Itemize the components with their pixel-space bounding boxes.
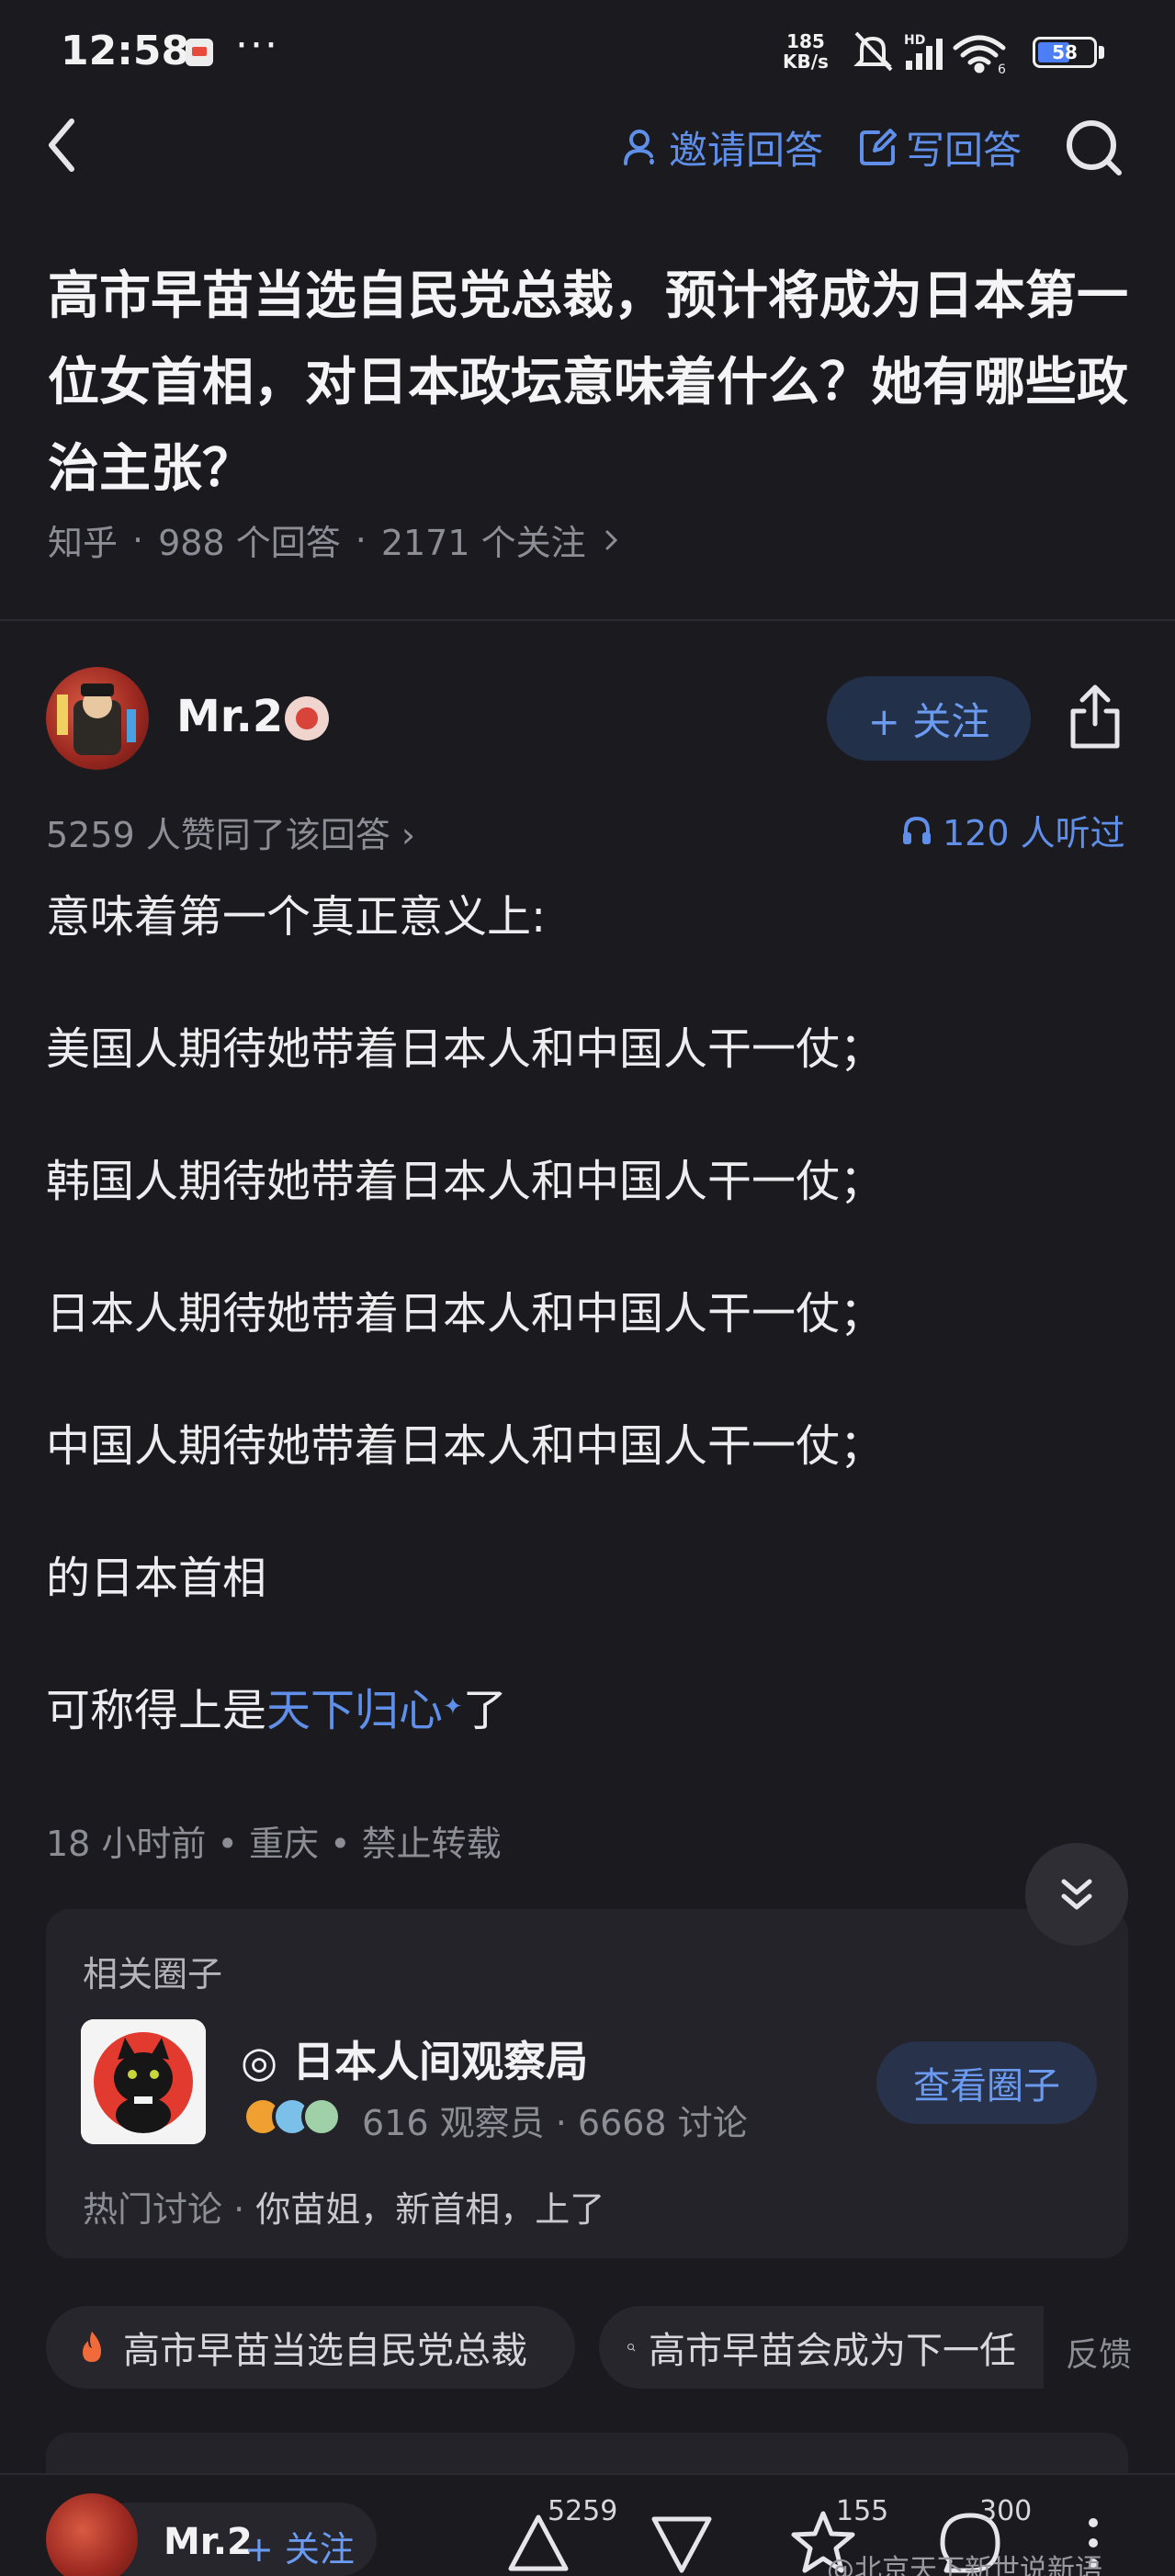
person-icon xyxy=(624,130,654,165)
bottom-author-name[interactable]: Mr.2 xyxy=(164,2521,253,2563)
view-circle-button[interactable]: 查看圈子 xyxy=(876,2041,1097,2124)
search-icon xyxy=(1067,120,1122,175)
battery-icon: 58 xyxy=(1033,37,1097,68)
network-speed-unit: KB/s xyxy=(783,51,829,73)
section-divider xyxy=(0,619,1175,621)
search-suggestion-chip[interactable]: 高市早苗会成为下一任 xyxy=(599,2306,1044,2389)
listen-count-label: 120 人听过 xyxy=(943,813,1125,853)
share-icon xyxy=(1070,684,1120,749)
answer-paragraph: 的日本首相 xyxy=(46,1553,267,1604)
invite-answer-button[interactable]: 邀请回答 xyxy=(621,118,823,176)
circle-members: 616 观察员 xyxy=(362,2103,545,2143)
hot-search-label: 高市早苗当选自民党总裁 xyxy=(123,2330,527,2372)
listen-count[interactable]: 120 人听过 xyxy=(900,805,1125,855)
hot-discussion-topic: 你苗姐，新首相，上了 xyxy=(255,2189,605,2230)
meta-separator: · xyxy=(355,519,367,560)
question-source: 知乎 xyxy=(48,523,119,563)
meta-separator: · xyxy=(233,2189,245,2230)
author-avatar[interactable] xyxy=(46,667,149,770)
search-button[interactable] xyxy=(1062,116,1126,180)
view-circle-label: 查看圈子 xyxy=(913,2065,1060,2107)
answer-text: 可称得上是 xyxy=(46,1685,267,1736)
edit-icon xyxy=(860,129,897,165)
topic-link[interactable]: 天下归心 xyxy=(266,1685,443,1736)
watermark-text: @北京天下新世说新语 xyxy=(827,2554,1102,2576)
author-name[interactable]: Mr.2 xyxy=(176,691,283,742)
circle-name[interactable]: ◎ 日本人间观察局 xyxy=(241,2028,588,2089)
network-speed: 185 KB/s xyxy=(783,31,829,72)
answer-text: 了 xyxy=(462,1685,507,1736)
meta-separator: · xyxy=(555,2103,567,2143)
question-title[interactable]: 高市早苗当选自民党总裁，预计将成为日本第一位女首相，对日本政坛意味着什么？她有哪… xyxy=(48,254,1132,513)
upvote-summary[interactable]: 5259 人赞同了该回答 › xyxy=(46,807,415,857)
write-answer-button[interactable]: 写回答 xyxy=(858,118,1022,176)
write-answer-label: 写回答 xyxy=(906,127,1022,173)
back-button[interactable] xyxy=(37,108,92,182)
black-cat-image xyxy=(81,2019,206,2144)
bottom-author-avatar[interactable] xyxy=(46,2493,138,2576)
feedback-link[interactable]: 反馈 xyxy=(1066,2328,1132,2376)
bottom-follow-button[interactable]: + 关注 xyxy=(244,2521,355,2571)
member-avatars xyxy=(243,2096,342,2137)
more-notifications-icon: ··· xyxy=(235,22,279,69)
upvote-count: 5259 xyxy=(548,2495,618,2527)
status-time: 12:58 xyxy=(61,28,190,74)
circle-stats: 616 观察员 · 6668 讨论 xyxy=(362,2095,748,2145)
headphones-icon xyxy=(903,816,931,844)
chevron-right-icon xyxy=(605,530,617,549)
meta-separator: · xyxy=(132,519,144,560)
answer-paragraph: 日本人期待她带着日本人和中国人干一仗； xyxy=(46,1288,885,1339)
fire-icon xyxy=(83,2332,101,2362)
sparkle-icon: ✦ xyxy=(443,1693,463,1721)
answer-paragraph: 韩国人期待她带着日本人和中国人干一仗； xyxy=(46,1156,885,1207)
author-badge-icon xyxy=(285,696,329,740)
downvote-button[interactable] xyxy=(645,2506,718,2576)
circle-avatar[interactable] xyxy=(81,2019,206,2144)
follower-count: 2171 个关注 xyxy=(380,523,586,563)
downvote-icon xyxy=(651,2516,712,2573)
hot-discussion[interactable]: 热门讨论 · 你苗姐，新首相，上了 xyxy=(83,2181,604,2231)
hot-discussion-label: 热门讨论 xyxy=(83,2189,223,2230)
follow-label: + 关注 xyxy=(867,698,990,744)
hd-label: HD xyxy=(904,33,925,48)
network-speed-value: 185 xyxy=(786,30,825,52)
answer-count: 988 个回答 xyxy=(158,523,341,563)
wifi-level: 6 xyxy=(998,62,1006,77)
circle-discussions: 6668 讨论 xyxy=(577,2103,748,2143)
message-notification-icon xyxy=(186,39,213,66)
post-meta: 18 小时前 • 重庆 • 禁止转载 xyxy=(46,1824,502,1864)
battery-nub xyxy=(1099,46,1104,59)
battery-level: 58 xyxy=(1052,41,1078,63)
favorite-count: 155 xyxy=(836,2495,889,2527)
follow-button[interactable]: + 关注 xyxy=(827,676,1031,761)
wifi-icon xyxy=(953,35,1006,73)
answer-paragraph: 美国人期待她带着日本人和中国人干一仗； xyxy=(46,1023,885,1075)
avatar-illustration xyxy=(57,684,136,755)
related-circle-heading: 相关圈子 xyxy=(83,1954,223,1994)
answer-paragraph: 意味着第一个真正意义上: xyxy=(46,891,547,943)
answer-paragraph: 中国人期待她带着日本人和中国人干一仗； xyxy=(46,1420,885,1472)
scroll-next-button[interactable] xyxy=(1025,1843,1128,1946)
search-icon xyxy=(627,2344,636,2352)
comment-count: 300 xyxy=(979,2495,1033,2527)
question-meta[interactable]: 知乎 · 988 个回答 · 2171 个关注 xyxy=(48,514,623,565)
hot-search-chip[interactable]: 高市早苗当选自民党总裁 xyxy=(46,2306,575,2389)
mute-icon xyxy=(853,31,893,72)
invite-answer-label: 邀请回答 xyxy=(669,127,824,173)
chevron-left-icon xyxy=(49,119,74,172)
search-suggestion-label: 高市早苗会成为下一任 xyxy=(649,2330,1016,2372)
share-button[interactable] xyxy=(1066,684,1124,751)
answer-paragraph-last: 可称得上是天下归心✦了 xyxy=(46,1683,507,1738)
